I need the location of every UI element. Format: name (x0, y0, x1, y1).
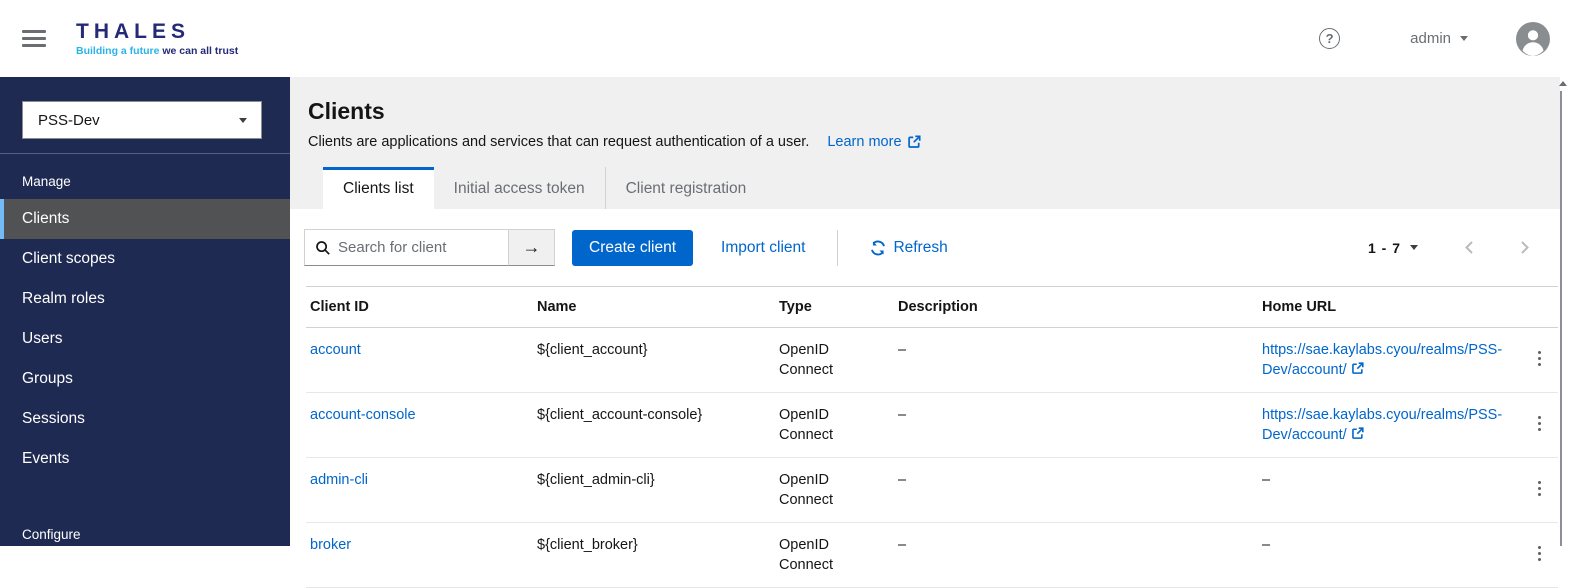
next-page-button[interactable] (1520, 240, 1530, 255)
sidebar-item-clients[interactable]: Clients (0, 199, 290, 239)
tab-initial-access-token[interactable]: Initial access token (434, 167, 605, 209)
search-submit-button[interactable]: → (509, 229, 555, 266)
client-name: ${client_admin-cli} (533, 458, 775, 523)
client-description: – (894, 393, 1258, 458)
column-actions (1506, 287, 1558, 328)
client-id-link[interactable]: account-console (310, 407, 416, 423)
chevron-down-icon (1410, 245, 1418, 250)
table-row: admin-cli ${client_admin-cli} OpenID Con… (306, 458, 1558, 523)
search-box (304, 229, 509, 266)
sidebar-item-groups[interactable]: Groups (0, 359, 290, 399)
refresh-button[interactable]: Refresh (870, 239, 947, 257)
chevron-left-icon (1464, 240, 1474, 255)
hamburger-menu-icon[interactable] (22, 30, 46, 47)
page-description-row: Clients are applications and services th… (308, 134, 1536, 150)
chevron-right-icon (1520, 240, 1530, 255)
create-client-button[interactable]: Create client (572, 230, 693, 266)
page-title: Clients (308, 98, 1536, 125)
avatar[interactable] (1516, 22, 1550, 56)
sidebar: PSS-Dev Manage Clients Client scopes Rea… (0, 77, 290, 546)
top-bar: THALES Building a future we can all trus… (0, 0, 1572, 77)
sidebar-item-client-scopes[interactable]: Client scopes (0, 239, 290, 279)
scrollbar-track (1560, 91, 1562, 546)
tab-clients-list[interactable]: Clients list (323, 167, 434, 209)
client-name: ${client_account} (533, 328, 775, 393)
chevron-down-icon (1460, 36, 1468, 41)
vertical-scrollbar[interactable] (1560, 77, 1572, 546)
pagination-range-dropdown[interactable]: 1 - 7 (1368, 240, 1418, 256)
search-input[interactable] (338, 239, 500, 256)
sidebar-nav: Manage Clients Client scopes Realm roles… (0, 154, 290, 546)
realm-selector[interactable]: PSS-Dev (22, 101, 262, 139)
search-group: → (304, 229, 555, 266)
sidebar-item-users[interactable]: Users (0, 319, 290, 359)
client-home-url: – (1258, 523, 1506, 588)
home-url-link[interactable]: https://sae.kaylabs.cyou/realms/PSS-Dev/… (1262, 407, 1502, 443)
username: admin (1410, 30, 1451, 47)
toolbar-divider (837, 230, 838, 266)
column-description: Description (894, 287, 1258, 328)
topbar-actions: ? admin (1319, 22, 1550, 56)
row-actions-kebab-icon[interactable] (1533, 348, 1547, 370)
user-dropdown[interactable]: admin (1410, 30, 1468, 47)
help-icon[interactable]: ? (1319, 28, 1340, 49)
column-client-id: Client ID (306, 287, 533, 328)
user-avatar-icon (1516, 22, 1550, 56)
home-url-link[interactable]: https://sae.kaylabs.cyou/realms/PSS-Dev/… (1262, 342, 1502, 378)
pagination: 1 - 7 (1368, 240, 1530, 256)
learn-more-link[interactable]: Learn more (827, 134, 920, 150)
client-id-link[interactable]: broker (310, 537, 351, 553)
external-link-icon (907, 135, 921, 149)
client-name: ${client_broker} (533, 523, 775, 588)
nav-group-configure: Configure (0, 523, 290, 546)
row-actions-kebab-icon[interactable] (1533, 478, 1547, 500)
sidebar-item-sessions[interactable]: Sessions (0, 399, 290, 439)
client-type: OpenID Connect (775, 458, 894, 523)
client-type: OpenID Connect (775, 393, 894, 458)
import-client-link[interactable]: Import client (721, 239, 805, 257)
column-type: Type (775, 287, 894, 328)
table-row: account-console ${client_account-console… (306, 393, 1558, 458)
external-link-icon (1351, 362, 1364, 375)
chevron-down-icon (239, 118, 247, 123)
refresh-icon (870, 240, 886, 256)
client-description: – (894, 523, 1258, 588)
brand-name: THALES (76, 21, 238, 42)
arrow-right-icon: → (523, 237, 541, 258)
main-content: Clients Clients are applications and ser… (290, 77, 1560, 546)
keycloak-admin-screen: THALES Building a future we can all trus… (0, 0, 1572, 546)
client-description: – (894, 458, 1258, 523)
client-description: – (894, 328, 1258, 393)
client-id-link[interactable]: admin-cli (310, 472, 368, 488)
page-description: Clients are applications and services th… (308, 134, 809, 150)
previous-page-button[interactable] (1464, 240, 1474, 255)
thales-logo: THALES Building a future we can all trus… (76, 21, 238, 57)
tab-client-registration[interactable]: Client registration (605, 167, 767, 209)
column-name: Name (533, 287, 775, 328)
search-icon (315, 240, 331, 256)
table-header-row: Client ID Name Type Description Home URL (306, 287, 1558, 328)
external-link-icon (1351, 427, 1364, 440)
column-home-url: Home URL (1258, 287, 1506, 328)
nav-group-manage: Manage (0, 170, 290, 199)
sidebar-item-events[interactable]: Events (0, 439, 290, 479)
clients-toolbar: → Create client Import client Refresh 1 … (290, 209, 1560, 286)
sidebar-item-realm-roles[interactable]: Realm roles (0, 279, 290, 319)
table-row: broker ${client_broker} OpenID Connect –… (306, 523, 1558, 588)
client-type: OpenID Connect (775, 328, 894, 393)
pagination-range: 1 - 7 (1368, 240, 1401, 256)
tab-bar: Clients list Initial access token Client… (323, 167, 1536, 209)
client-type: OpenID Connect (775, 523, 894, 588)
client-home-url: – (1258, 458, 1506, 523)
page-header: Clients Clients are applications and ser… (290, 77, 1560, 209)
realm-name: PSS-Dev (38, 112, 100, 129)
client-name: ${client_account-console} (533, 393, 775, 458)
table-row: account ${client_account} OpenID Connect… (306, 328, 1558, 393)
brand-tagline: Building a future we can all trust (76, 46, 238, 57)
row-actions-kebab-icon[interactable] (1533, 413, 1547, 435)
client-id-link[interactable]: account (310, 342, 361, 358)
clients-table: Client ID Name Type Description Home URL… (306, 286, 1558, 588)
scrollbar-up-arrow-icon (1559, 81, 1567, 86)
